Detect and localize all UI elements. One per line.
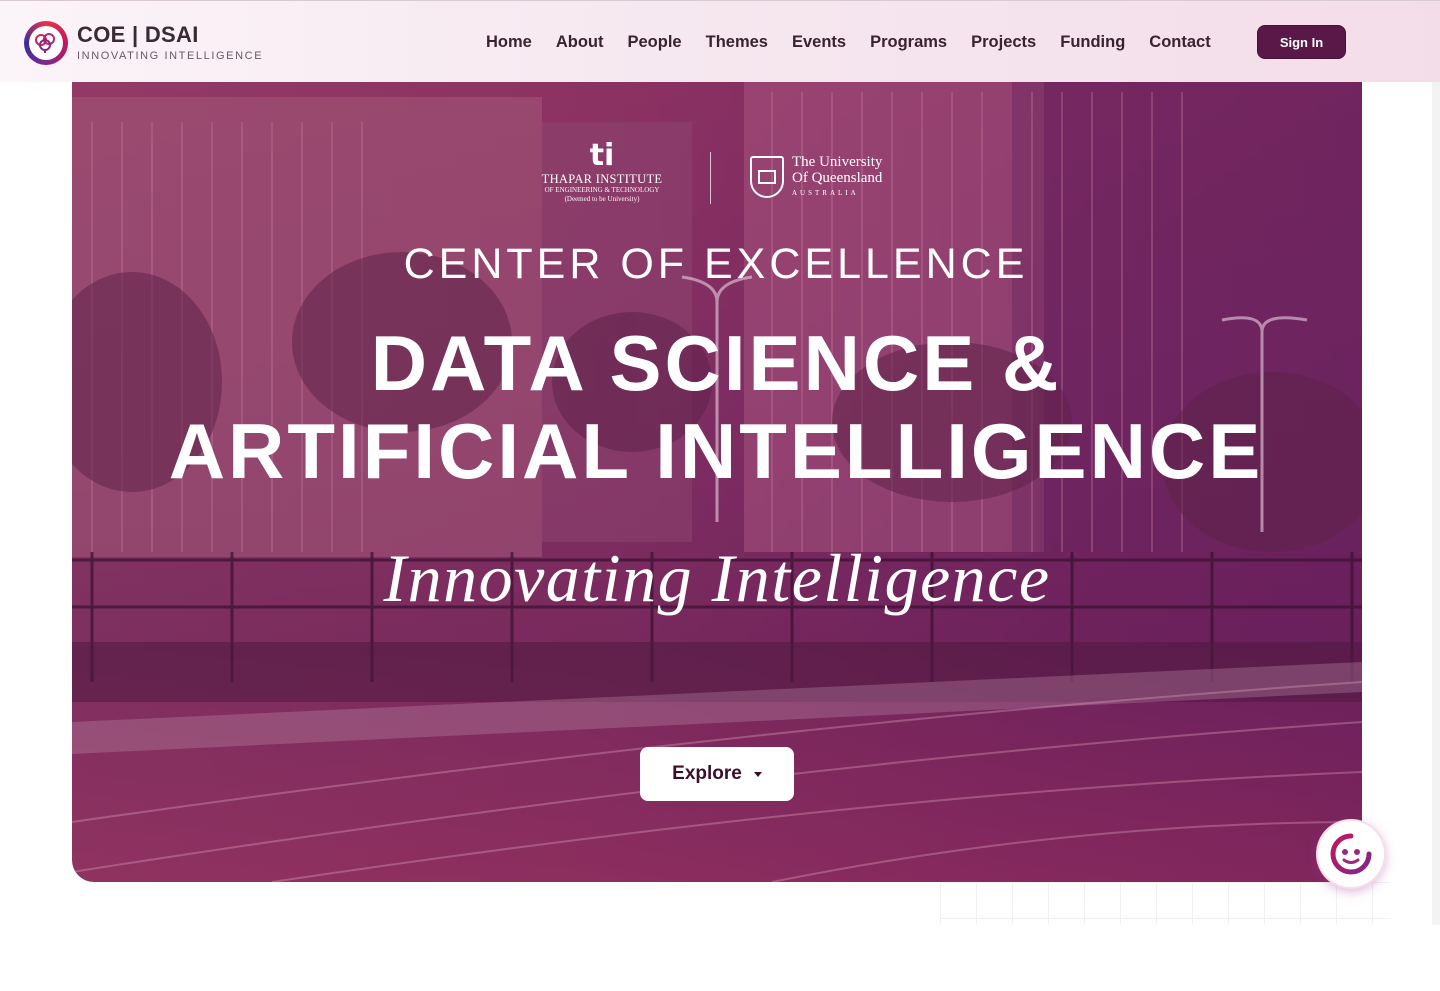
nav-item-events[interactable]: Events (792, 31, 846, 53)
brand-subtitle: INNOVATING INTELLIGENCE (77, 50, 264, 62)
grid-pattern (940, 882, 1390, 924)
ti-name: THAPAR INSTITUTE (541, 172, 663, 186)
brain-icon (24, 21, 68, 65)
partner-logos: ti THAPAR INSTITUTE OF ENGINEERING & TEC… (532, 140, 912, 212)
hero-banner: ti THAPAR INSTITUTE OF ENGINEERING & TEC… (72, 82, 1362, 882)
nav-item-themes[interactable]: Themes (706, 31, 768, 53)
ti-logo-mark: ti (589, 138, 615, 173)
sign-in-button[interactable]: Sign In (1257, 25, 1346, 59)
caret-down-icon (753, 771, 762, 777)
uq-name-line1: The University (792, 154, 883, 170)
nav-item-home[interactable]: Home (486, 31, 532, 53)
uq-country: AUSTRALIA (792, 189, 859, 197)
main-nav: Home About People Themes Events Programs… (486, 31, 1235, 53)
chatbot-face-icon (1330, 833, 1372, 875)
scrollbar[interactable] (1432, 0, 1440, 925)
nav-item-about[interactable]: About (556, 31, 604, 53)
brand[interactable]: COE | DSAI INNOVATING INTELLIGENCE (24, 19, 263, 67)
nav-item-contact[interactable]: Contact (1149, 31, 1210, 53)
chatbot-launcher-button[interactable] (1318, 821, 1384, 887)
nav-item-programs[interactable]: Programs (870, 31, 947, 53)
ti-deemed: (Deemed to be University) (564, 195, 640, 203)
logo-divider (710, 152, 711, 204)
nav-item-projects[interactable]: Projects (971, 31, 1036, 53)
uq-logo[interactable]: The University Of Queensland AUSTRALIA (750, 154, 920, 204)
hero-title-line1: DATA SCIENCE & (370, 319, 1062, 407)
uq-name-line2: Of Queensland (792, 170, 883, 186)
explore-label: Explore (672, 763, 742, 784)
thapar-institute-logo[interactable]: ti THAPAR INSTITUTE OF ENGINEERING & TEC… (532, 140, 672, 204)
site-header: COE | DSAI INNOVATING INTELLIGENCE Home … (0, 0, 1440, 82)
brand-title: COE | DSAI (77, 22, 199, 47)
uq-crest-icon (750, 156, 784, 198)
hero-tagline: Innovating Intelligence (383, 540, 1051, 616)
hero-title-line2: ARTIFICIAL INTELLIGENCE (168, 407, 1264, 495)
nav-item-funding[interactable]: Funding (1060, 31, 1125, 53)
explore-dropdown-button[interactable]: Explore (640, 747, 794, 801)
hero-eyebrow: CENTER OF EXCELLENCE (403, 240, 1029, 288)
nav-item-people[interactable]: People (628, 31, 682, 53)
ti-subtitle: OF ENGINEERING & TECHNOLOGY (544, 186, 660, 194)
